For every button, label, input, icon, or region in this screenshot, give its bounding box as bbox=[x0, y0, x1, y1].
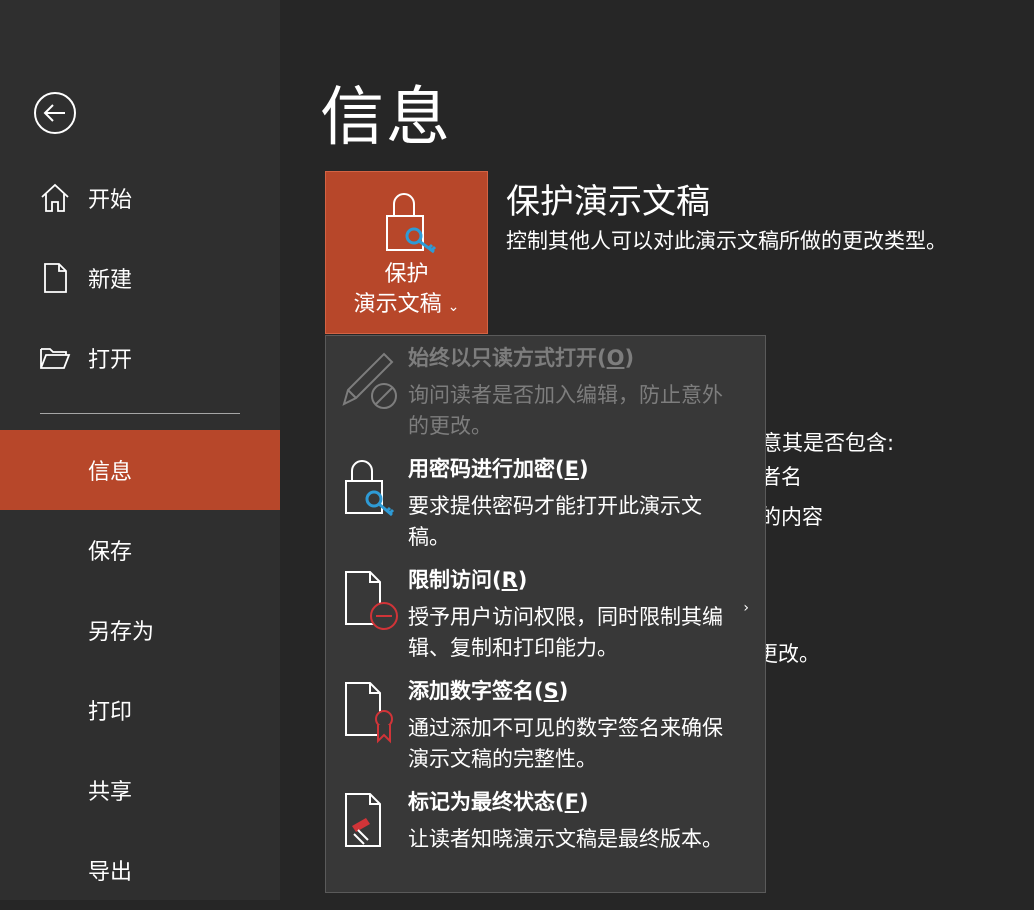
new-document-icon bbox=[38, 261, 72, 295]
menu-item-restrict-access[interactable]: 限制访问(R) 授予用户访问权限，同时限制其编辑、复制和打印能力。 › bbox=[326, 558, 765, 668]
inspect-text-2: 者名 bbox=[760, 465, 802, 489]
menu-item-desc: 通过添加不可见的数字签名来确保演示文稿的完整性。 bbox=[408, 716, 723, 771]
nav-new-label: 新建 bbox=[88, 268, 133, 293]
nav-info[interactable]: 信息 bbox=[0, 430, 280, 510]
menu-item-desc: 让读者知晓演示文稿是最终版本。 bbox=[408, 827, 723, 851]
nav-info-label: 信息 bbox=[88, 460, 133, 485]
menu-item-title: 标记为最终状态(F) bbox=[408, 790, 589, 814]
protect-button-label-2: 演示文稿 ⌄ bbox=[353, 292, 460, 317]
open-folder-icon bbox=[38, 341, 72, 375]
inspect-text-3: 的内容 bbox=[760, 505, 823, 529]
menu-item-title: 限制访问(R) bbox=[408, 568, 528, 592]
lock-key-icon bbox=[345, 460, 395, 517]
page-title: 信息 bbox=[320, 81, 452, 155]
sidebar-divider bbox=[40, 413, 240, 414]
back-button[interactable] bbox=[32, 90, 78, 136]
home-icon bbox=[38, 181, 72, 215]
menu-item-desc: 要求提供密码才能打开此演示文稿。 bbox=[408, 494, 702, 549]
chevron-down-icon: ⌄ bbox=[447, 299, 460, 315]
document-stamp-icon bbox=[345, 793, 381, 847]
menu-item-title: 添加数字签名(S) bbox=[408, 679, 569, 703]
document-restrict-icon bbox=[345, 571, 398, 630]
protect-heading: 保护演示文稿 bbox=[506, 182, 710, 222]
protect-presentation-button[interactable]: 保护 演示文稿 ⌄ bbox=[325, 171, 488, 334]
nav-save[interactable]: 保存 bbox=[0, 510, 280, 590]
menu-item-mark-final[interactable]: 标记为最终状态(F) 让读者知晓演示文稿是最终版本。 bbox=[326, 780, 765, 890]
nav-save-as[interactable]: 另存为 bbox=[0, 590, 280, 670]
protect-button-label-1: 保护 bbox=[384, 262, 429, 287]
menu-item-always-read-only[interactable]: 始终以只读方式打开(O) 询问读者是否加入编辑，防止意外的更改。 bbox=[326, 336, 765, 446]
document-ribbon-icon bbox=[345, 682, 393, 744]
nav-home[interactable]: 开始 bbox=[0, 158, 280, 238]
back-arrow-icon bbox=[34, 92, 76, 134]
pencil-disabled-icon bbox=[342, 352, 397, 409]
nav-save-label: 保存 bbox=[88, 540, 133, 565]
inspect-text-4: 更改。 bbox=[757, 642, 820, 666]
nav-print-label: 打印 bbox=[88, 700, 133, 725]
menu-item-desc: 询问读者是否加入编辑，防止意外的更改。 bbox=[408, 383, 723, 438]
menu-item-title: 用密码进行加密(E) bbox=[408, 457, 589, 481]
nav-share[interactable]: 共享 bbox=[0, 750, 280, 830]
nav-save-as-label: 另存为 bbox=[88, 620, 155, 645]
nav-open-label: 打开 bbox=[88, 348, 133, 373]
protect-dropdown-menu: 始终以只读方式打开(O) 询问读者是否加入编辑，防止意外的更改。 用密码进行加密… bbox=[325, 335, 766, 893]
nav-export[interactable]: 导出 bbox=[0, 830, 280, 910]
protect-description: 控制其他人可以对此演示文稿所做的更改类型。 bbox=[506, 229, 947, 253]
lock-key-icon bbox=[386, 193, 437, 254]
nav-share-label: 共享 bbox=[88, 780, 133, 805]
menu-item-desc: 授予用户访问权限，同时限制其编辑、复制和打印能力。 bbox=[408, 605, 723, 660]
menu-item-encrypt-password[interactable]: 用密码进行加密(E) 要求提供密码才能打开此演示文稿。 bbox=[326, 447, 765, 557]
nav-home-label: 开始 bbox=[88, 188, 133, 213]
submenu-arrow-icon: › bbox=[743, 600, 749, 616]
nav-export-label: 导出 bbox=[88, 860, 133, 885]
nav-print[interactable]: 打印 bbox=[0, 670, 280, 750]
backstage-sidebar: 开始 新建 打开 信息 保存 另存为 打印 共享 导出 bbox=[0, 0, 280, 900]
nav-new[interactable]: 新建 bbox=[0, 238, 280, 318]
nav-open[interactable]: 打开 bbox=[0, 318, 280, 398]
menu-item-digital-signature[interactable]: 添加数字签名(S) 通过添加不可见的数字签名来确保演示文稿的完整性。 bbox=[326, 669, 765, 779]
menu-item-title: 始终以只读方式打开(O) bbox=[408, 346, 635, 370]
